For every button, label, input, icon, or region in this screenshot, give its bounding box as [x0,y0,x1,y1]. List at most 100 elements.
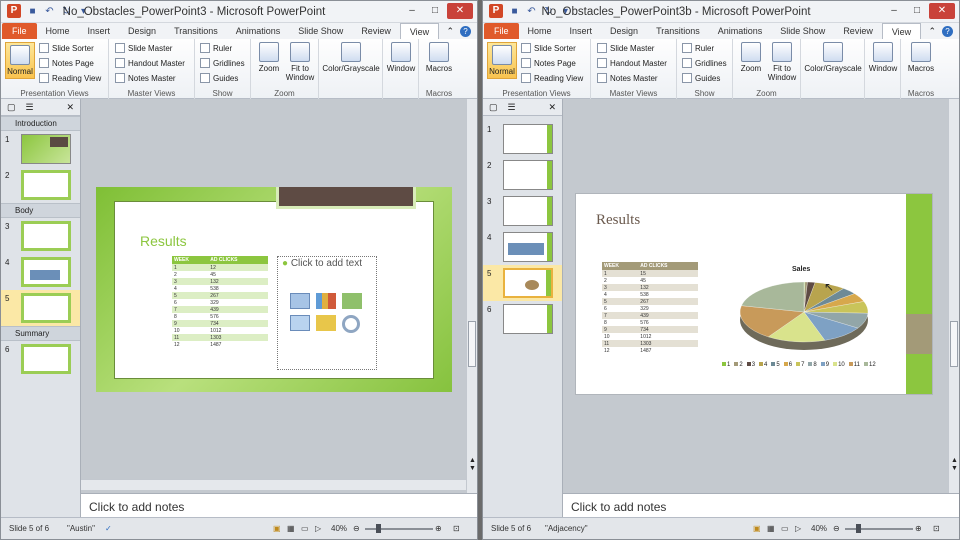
normal-view-button[interactable]: Normal [487,42,517,79]
slide-thumb-2[interactable]: 2 [1,167,80,203]
zoom-out-icon[interactable]: ⊖ [833,524,840,533]
slide-thumb-6[interactable]: 6 [483,301,562,337]
view-sorter-icon[interactable]: ▦ [287,524,295,533]
gridlines-checkbox[interactable]: Gridlines [682,58,727,68]
tab-review[interactable]: Review [352,23,400,39]
view-normal-icon[interactable]: ▣ [273,524,281,533]
notes-master-button[interactable]: Notes Master [597,73,658,83]
view-sorter-icon[interactable]: ▦ [767,524,775,533]
slide-nav-icon[interactable]: ▲ ▼ [950,457,959,473]
tab-slide-show[interactable]: Slide Show [289,23,352,39]
handout-master-button[interactable]: Handout Master [115,58,185,68]
content-placeholder[interactable]: ● Click to add text [277,256,377,370]
sales-pie-chart[interactable] [734,276,874,358]
outline-tab-icon[interactable]: ☰ [508,102,516,113]
guides-checkbox[interactable]: Guides [682,73,720,83]
fit-slide-icon[interactable]: ⊡ [453,524,460,533]
color-grayscale-button[interactable]: Color/Grayscale [803,42,863,73]
tab-insert[interactable]: Insert [561,23,602,39]
slide-canvas[interactable]: Results WEEK AD CLICKS 1 12 2 45 3 132 4 538 5 267… [96,187,452,392]
minimize-button[interactable]: – [401,3,423,19]
zoom-in-icon[interactable]: ⊕ [915,524,922,533]
spell-check-icon[interactable]: ✓ [105,524,112,533]
slide-canvas[interactable]: Results WEEK AD CLICKS 1 15 2 45 3 132 4 538 5 267… [575,193,933,395]
tab-animations[interactable]: Animations [709,23,772,39]
notes-master-button[interactable]: Notes Master [115,73,176,83]
tab-animations[interactable]: Animations [227,23,290,39]
slide-master-button[interactable]: Slide Master [597,43,654,53]
scroll-thumb[interactable] [468,321,476,367]
tab-home[interactable]: Home [519,23,561,39]
window-button[interactable]: Window [385,42,417,73]
tab-design[interactable]: Design [601,23,647,39]
tab-transitions[interactable]: Transitions [165,23,227,39]
insert-clip-art-icon[interactable] [316,315,336,331]
zoom-slider-knob[interactable] [856,524,861,533]
gridlines-checkbox[interactable]: Gridlines [200,58,245,68]
slide-title[interactable]: Results [596,212,640,229]
insert-chart-icon[interactable] [316,293,336,309]
section-body[interactable]: Body [1,203,80,218]
guides-checkbox[interactable]: Guides [200,73,238,83]
slide-thumb-3[interactable]: 3 [1,218,80,254]
slide-sorter-button[interactable]: Slide Sorter [521,43,576,53]
close-button[interactable]: ✕ [447,3,473,19]
outline-tab-icon[interactable]: ☰ [26,102,34,113]
vertical-scrollbar[interactable]: ▲ ▼ [466,99,477,517]
reading-view-button[interactable]: Reading View [521,73,583,83]
macros-button[interactable]: Macros [905,42,937,73]
vertical-scrollbar[interactable]: ▲ ▼ [948,99,959,517]
slide-master-button[interactable]: Slide Master [115,43,172,53]
slide-title[interactable]: Results [140,233,187,249]
normal-view-button[interactable]: Normal [5,42,35,79]
slide-thumb-4[interactable]: 4 [483,229,562,265]
slide-thumb-5[interactable]: 5 [483,265,562,301]
slide-sorter-button[interactable]: Slide Sorter [39,43,94,53]
minimize-ribbon-icon[interactable]: ⌃ [446,26,454,37]
zoom-button[interactable]: Zoom [255,42,283,73]
close-pane-icon[interactable]: ✕ [66,102,74,113]
tab-file[interactable]: File [2,23,37,39]
minimize-button[interactable]: – [883,3,905,19]
zoom-button[interactable]: Zoom [737,42,765,73]
tab-view[interactable]: View [399,23,440,39]
view-normal-icon[interactable]: ▣ [753,524,761,533]
clicks-table[interactable]: WEEK AD CLICKS 1 15 2 45 3 132 4 538 5 267 6 329 7 439… [602,262,698,354]
section-summary[interactable]: Summary [1,326,80,341]
close-pane-icon[interactable]: ✕ [548,102,556,113]
zoom-out-icon[interactable]: ⊖ [353,524,360,533]
tab-file[interactable]: File [484,23,519,39]
notes-pane[interactable]: Click to add notes [81,493,477,519]
insert-table-icon[interactable] [290,293,310,309]
slide-thumb-6[interactable]: 6 [1,341,80,377]
insert-media-icon[interactable] [342,315,360,333]
zoom-level[interactable]: 40% [331,524,347,533]
maximize-button[interactable]: □ [906,3,928,19]
slide-thumb-1[interactable]: 1 [1,131,80,167]
slide-thumb-3[interactable]: 3 [483,193,562,229]
ruler-checkbox[interactable]: Ruler [200,43,232,53]
scroll-thumb[interactable] [950,321,958,367]
tab-home[interactable]: Home [37,23,79,39]
slides-tab-icon[interactable]: ▢ [7,102,16,113]
color-grayscale-button[interactable]: Color/Grayscale [321,42,381,73]
handout-master-button[interactable]: Handout Master [597,58,667,68]
slide-thumb-4[interactable]: 4 [1,254,80,290]
slides-tab-icon[interactable]: ▢ [489,102,498,113]
ruler-checkbox[interactable]: Ruler [682,43,714,53]
insert-picture-icon[interactable] [290,315,310,331]
insert-smartart-icon[interactable] [342,293,362,309]
tab-transitions[interactable]: Transitions [647,23,709,39]
help-icon[interactable]: ? [460,25,471,37]
tab-design[interactable]: Design [119,23,165,39]
slide-thumb-2[interactable]: 2 [483,157,562,193]
tab-slide-show[interactable]: Slide Show [771,23,834,39]
fit-to-window-button[interactable]: Fit to Window [765,42,799,82]
notes-page-button[interactable]: Notes Page [521,58,576,68]
window-button[interactable]: Window [867,42,899,73]
fit-slide-icon[interactable]: ⊡ [933,524,940,533]
minimize-ribbon-icon[interactable]: ⌃ [928,26,936,37]
maximize-button[interactable]: □ [424,3,446,19]
slide-nav-icon[interactable]: ▲ ▼ [468,457,477,473]
tab-insert[interactable]: Insert [79,23,120,39]
